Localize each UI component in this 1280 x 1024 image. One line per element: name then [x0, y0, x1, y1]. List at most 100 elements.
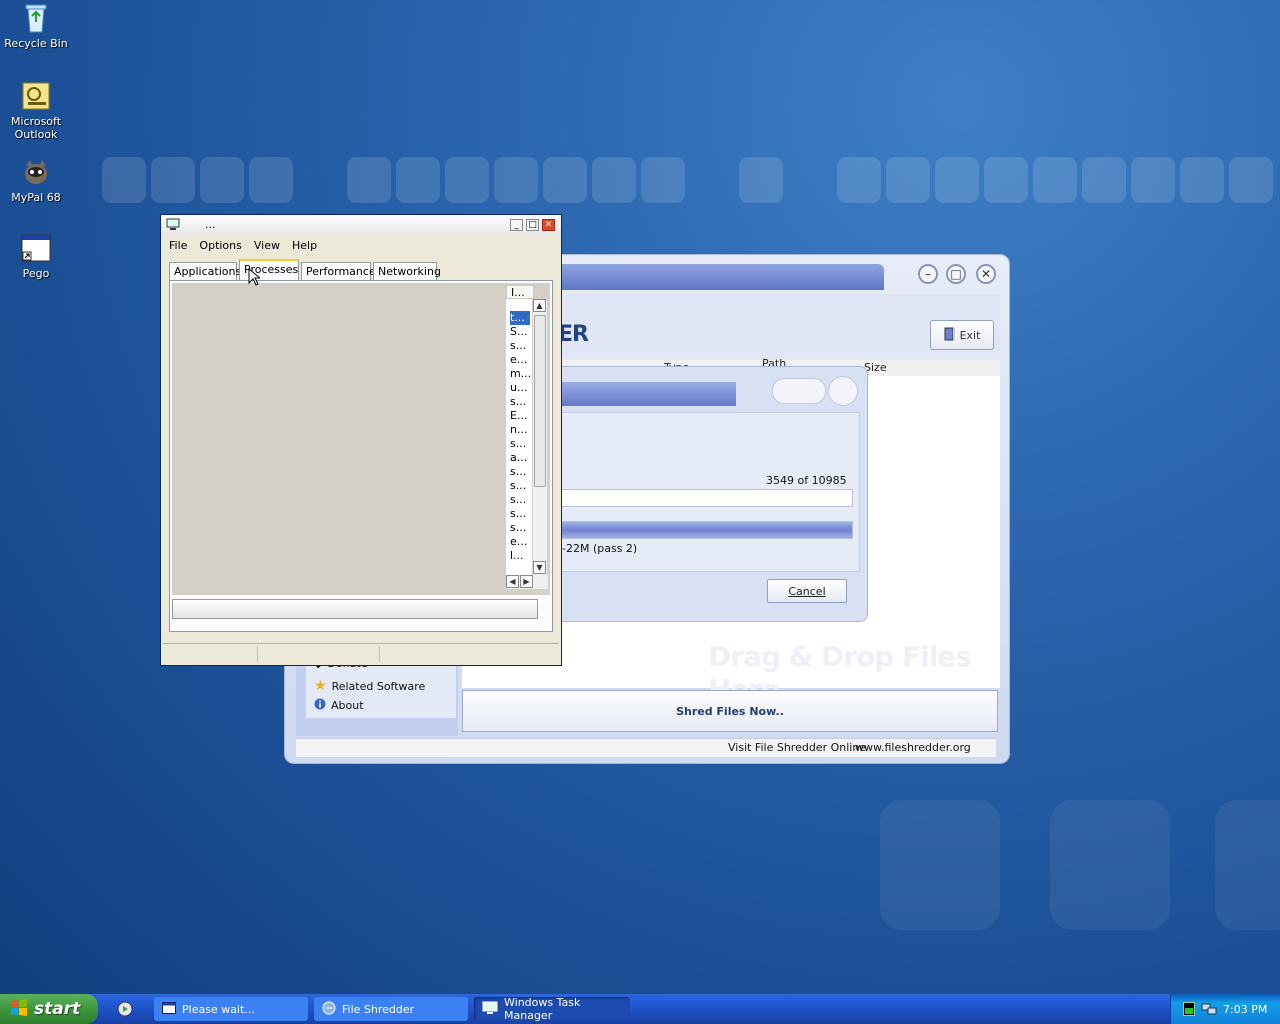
scroll-thumb[interactable]	[534, 315, 546, 487]
vertical-scrollbar[interactable]: ▲ ▼	[533, 299, 547, 575]
status-bar	[163, 643, 559, 664]
process-row[interactable]: s...	[510, 507, 530, 521]
wallpaper-tile	[494, 157, 538, 203]
dialog-control-round[interactable]	[828, 376, 858, 406]
cancel-button[interactable]: Cancel	[767, 579, 847, 603]
sidebar-item-label: About	[331, 699, 364, 712]
wallpaper-tile	[1050, 800, 1170, 930]
process-row[interactable]: s...	[510, 339, 530, 353]
maximize-button[interactable]: □	[526, 219, 539, 231]
close-button[interactable]: ✕	[542, 219, 555, 231]
dialog-control-pill[interactable]	[772, 378, 826, 404]
tab-networking[interactable]: Networking	[373, 262, 441, 280]
process-row[interactable]: S...	[510, 325, 530, 339]
process-row[interactable]: e...	[510, 353, 530, 367]
desktop-icon-recycle-bin[interactable]: Recycle Bin	[0, 2, 72, 50]
menu-help[interactable]: Help	[286, 237, 323, 255]
process-row[interactable]: e...	[510, 535, 530, 549]
wallpaper-tile	[641, 157, 685, 203]
process-row[interactable]: s...	[510, 521, 530, 535]
wallpaper-tile	[880, 800, 1000, 930]
process-row[interactable]: s...	[510, 395, 530, 409]
clock[interactable]: 7:03 PM	[1223, 1003, 1267, 1016]
menu-view[interactable]: View	[248, 237, 286, 255]
menu-file[interactable]: File	[163, 237, 193, 255]
arrow-down-icon: ▼	[536, 563, 543, 572]
process-row[interactable]: s...	[510, 479, 530, 493]
dialog-title-bar[interactable]	[546, 382, 736, 406]
process-row[interactable]: s...	[510, 437, 530, 451]
progress-dialog: 3549 of 10985 -22M (pass 2) Cancel	[540, 366, 868, 622]
app-logo: ER	[558, 322, 589, 347]
process-row[interactable]: u...	[510, 381, 530, 395]
website-link[interactable]: www.fileshredder.org	[855, 741, 971, 754]
window-shortcut-icon	[20, 232, 52, 264]
cpu-meter-icon[interactable]	[1183, 1002, 1195, 1019]
wallpaper-tile	[347, 157, 391, 203]
horizontal-scrollbar[interactable]: ◀ ▶	[506, 575, 548, 589]
sidebar-item-related-software[interactable]: ★ Related Software	[314, 678, 425, 694]
minimize-icon: –	[925, 267, 931, 281]
minimize-icon: _	[514, 220, 519, 230]
wallpaper-tile	[1215, 800, 1280, 930]
process-row[interactable]: t...	[510, 311, 530, 325]
process-row[interactable]: a...	[510, 451, 530, 465]
desktop-icon-label: Pego	[22, 267, 50, 280]
process-row[interactable]: E...	[510, 409, 530, 423]
wallpaper-tile	[1131, 157, 1175, 203]
desktop-icon-label: MyPal 68	[11, 191, 61, 204]
process-row[interactable]: l...	[510, 549, 530, 563]
process-row[interactable]: s...	[510, 493, 530, 507]
scroll-down-button[interactable]: ▼	[533, 561, 546, 574]
status-segment	[163, 646, 258, 662]
wallpaper-tile	[200, 157, 244, 203]
desktop-icon-label: Microsoft Outlook	[10, 115, 62, 141]
scroll-up-button[interactable]: ▲	[533, 299, 546, 312]
status-segment	[259, 646, 380, 662]
process-row[interactable]: s...	[510, 465, 530, 479]
taskbar-button-please-wait[interactable]: Please wait...	[154, 997, 308, 1021]
taskbar-button-label: Windows Task Manager	[504, 996, 581, 1022]
process-list-area[interactable]: I... t... S... s... e... m... u... s... E... n..…	[172, 283, 550, 595]
wallpaper-tile	[151, 157, 195, 203]
exit-button[interactable]: Exit	[930, 320, 994, 350]
desktop-icon-pego[interactable]: Pego	[0, 232, 72, 280]
windows-logo-icon	[10, 998, 28, 1021]
column-header-image-name[interactable]: I...	[506, 285, 534, 299]
desktop-icon-outlook[interactable]: Microsoft Outlook	[0, 80, 72, 141]
scroll-left-button[interactable]: ◀	[506, 575, 519, 588]
menu-options[interactable]: Options	[193, 237, 247, 255]
title-bar[interactable]: ... _ □ ✕	[161, 215, 561, 235]
media-player-icon[interactable]	[117, 1001, 133, 1020]
progress-fill	[558, 522, 852, 538]
scroll-right-button[interactable]: ▶	[520, 575, 533, 588]
wallpaper-tile	[1033, 157, 1077, 203]
wallpaper-tile	[739, 157, 783, 203]
taskbar-button-file-shredder[interactable]: File Shredder	[314, 997, 468, 1021]
maximize-icon: □	[950, 267, 962, 281]
taskmanager-icon	[482, 1001, 498, 1018]
arrow-right-icon: ▶	[523, 577, 530, 586]
network-icon[interactable]	[1201, 1002, 1217, 1019]
taskbar-button-task-manager[interactable]: Windows Task Manager	[474, 996, 630, 1022]
process-row[interactable]: m...	[510, 367, 531, 381]
process-row[interactable]: n...	[510, 423, 530, 437]
tab-applications[interactable]: Applications	[169, 262, 241, 280]
minimize-button[interactable]: –	[918, 264, 938, 284]
recycle-bin-icon	[20, 2, 52, 34]
minimize-button[interactable]: _	[510, 219, 523, 231]
close-button[interactable]: ✕	[976, 264, 996, 284]
process-list[interactable]: t... S... s... e... m... u... s... E... n... s...…	[506, 299, 532, 589]
wallpaper-tile	[592, 157, 636, 203]
desktop-icon-mypal[interactable]: MyPal 68	[0, 156, 72, 204]
sidebar-item-about[interactable]: About	[314, 698, 364, 713]
maximize-button[interactable]: □	[946, 264, 966, 284]
close-icon: ✕	[544, 220, 553, 230]
sidebar-panel: ◆ Donate ★ Related Software About	[306, 658, 456, 718]
wallpaper-tile	[837, 157, 881, 203]
start-button[interactable]: start	[0, 994, 98, 1024]
progress-count: 3549 of 10985	[766, 474, 847, 487]
tab-performance[interactable]: Performance	[301, 262, 376, 280]
shred-files-button[interactable]: Shred Files Now..	[462, 690, 998, 732]
wallpaper-tile	[1180, 157, 1224, 203]
